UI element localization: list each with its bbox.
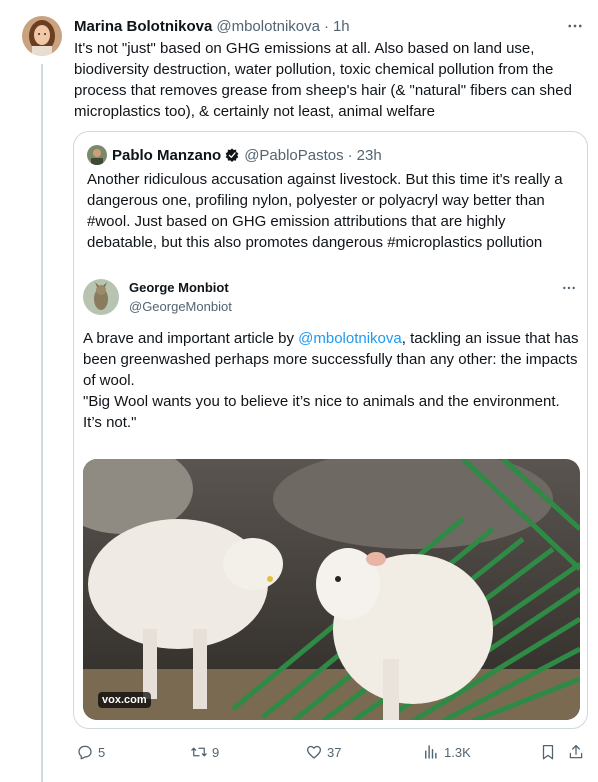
quoted-author-handle: @PabloPastos — [244, 146, 344, 164]
separator-dot: · — [347, 146, 353, 164]
separator-dot: · — [323, 17, 329, 35]
inner-quoted-author-handle: @GeorgeMonbiot — [129, 299, 232, 314]
reply-icon — [78, 745, 92, 760]
media-image[interactable]: vox.com — [83, 459, 580, 720]
bookmark-button[interactable] — [539, 740, 557, 764]
quoted-tweet-text: Another ridiculous accusation against li… — [87, 171, 563, 251]
avatar[interactable] — [22, 16, 62, 56]
reply-count: 5 — [98, 744, 106, 760]
thread-line — [41, 64, 43, 782]
reply-button[interactable]: 5 — [76, 740, 105, 764]
share-icon — [569, 744, 583, 759]
media-source-label: vox.com — [98, 692, 151, 708]
inner-text-before: A brave and important article by — [83, 330, 299, 347]
retweet-button[interactable]: 9 — [190, 740, 219, 764]
quoted-avatar — [87, 145, 107, 165]
heart-icon — [306, 745, 322, 759]
ellipsis-icon[interactable] — [560, 280, 578, 296]
inner-quoted-avatar — [83, 279, 119, 315]
quoted-tweet-header: Pablo Manzano @PabloPastos · 23h — [87, 145, 382, 165]
author-handle[interactable]: @mbolotnikova — [216, 18, 320, 35]
retweet-count: 9 — [212, 744, 220, 760]
mention-link[interactable]: @mbolotnikova — [298, 330, 402, 347]
verified-badge-icon — [224, 147, 240, 163]
quoted-author-name: Pablo Manzano — [112, 146, 222, 164]
retweet-icon — [191, 747, 207, 757]
views-count: 1.3K — [444, 744, 471, 760]
quoted-timestamp: 23h — [356, 146, 382, 164]
like-count: 37 — [327, 744, 342, 760]
quoted-tweet-card[interactable]: Pablo Manzano @PabloPastos · 23h Another… — [73, 131, 588, 729]
author-name[interactable]: Marina Bolotnikova — [74, 18, 212, 35]
action-bar: 5 9 37 1.3K — [70, 740, 590, 764]
tweet-text: It's not "just" based on GHG emissions a… — [74, 40, 572, 120]
tweet-header: Marina Bolotnikova @mbolotnikova · 1h — [74, 16, 350, 36]
inner-quoted-text: A brave and important article by @mbolot… — [83, 328, 579, 433]
like-button[interactable]: 37 — [305, 740, 341, 764]
inner-text-quote: "Big Wool wants you to believe it’s nice… — [83, 393, 560, 431]
bookmark-icon — [542, 744, 554, 760]
views-button[interactable]: 1.3K — [422, 740, 471, 764]
ellipsis-icon[interactable] — [564, 16, 586, 36]
share-button[interactable] — [567, 740, 585, 764]
views-icon — [425, 745, 437, 759]
inner-quoted-author-name: George Monbiot — [129, 280, 229, 295]
timestamp[interactable]: 1h — [333, 18, 350, 35]
